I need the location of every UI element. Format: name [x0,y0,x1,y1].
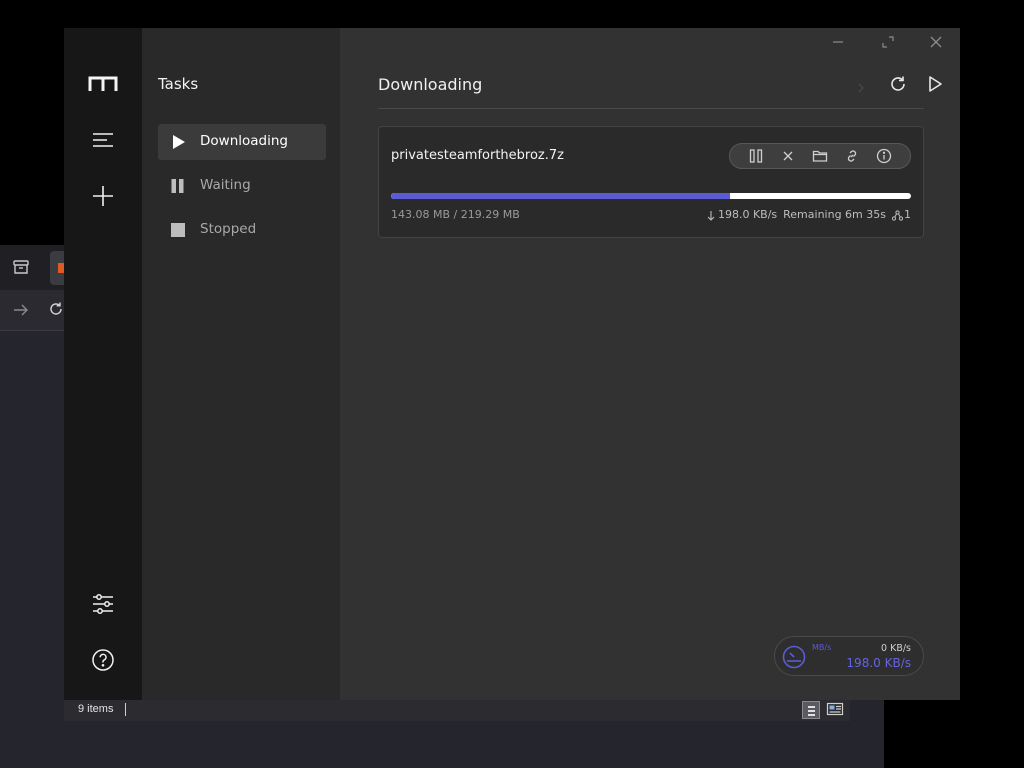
menu-icon[interactable] [88,125,118,155]
task-connections: 1 [904,208,911,221]
page-title: Downloading [378,75,483,94]
tasks-subnav: Tasks Downloading Waiting Stopped [142,28,340,700]
task-card[interactable]: privatesteamforthebroz.7z 143.08 MB / 21… [378,126,924,238]
filter-waiting[interactable]: Waiting [158,168,326,204]
filter-downloading[interactable]: Downloading [158,124,326,160]
progress-bar [391,193,911,199]
upload-speed: 0 KB/s [881,643,911,654]
arrow-right-icon[interactable] [12,302,30,318]
details-view-button[interactable] [802,701,820,719]
speed-unit: MB/s [812,643,832,652]
items-count: 9 items [78,703,114,715]
explorer-tabbar [0,245,64,290]
folder-icon[interactable] [812,148,828,164]
delete-task-icon[interactable] [780,148,796,164]
connections-icon [892,208,903,221]
download-manager-window: Tasks Downloading Waiting Stopped Downlo… [64,28,960,700]
explorer-statusbar: 9 items [64,697,850,721]
refresh-button[interactable] [888,74,908,94]
filter-label: Waiting [200,177,251,193]
status-caret [125,703,126,716]
task-name: privatesteamforthebroz.7z [391,148,564,163]
main-content: Downloading privatesteamforthebroz.7z 14… [340,28,960,700]
task-speed: 198.0 KB/s [717,208,778,221]
resume-all-button[interactable] [925,74,945,94]
pause-icon [170,178,186,194]
task-size: 143.08 MB / 219.29 MB [391,208,520,221]
download-arrow-icon [707,208,715,221]
pause-task-icon[interactable] [748,148,764,164]
task-remaining: Remaining 6m 35s [783,208,886,221]
tiles-view-button[interactable] [826,701,844,717]
chevron-right-icon [856,78,866,93]
explorer-tab[interactable] [50,251,64,285]
minimize-icon[interactable] [830,34,846,50]
speedometer-icon [781,644,807,670]
info-icon[interactable] [876,148,892,164]
refresh-icon[interactable] [48,301,64,317]
progress-fill [391,193,731,199]
help-icon[interactable] [88,645,118,675]
link-icon[interactable] [844,148,860,164]
filter-stopped[interactable]: Stopped [158,212,326,248]
stop-icon [170,222,186,238]
app-logo-icon[interactable] [88,69,118,99]
task-actions [729,143,911,169]
speedometer[interactable]: MB/s 0 KB/s 198.0 KB/s [774,636,924,676]
add-task-icon[interactable] [88,181,118,211]
main-nav [64,28,142,700]
filter-label: Downloading [200,133,288,149]
archive-icon[interactable] [12,259,30,275]
explorer-navbar [0,290,64,330]
task-stats: 198.0 KB/s Remaining 6m 35s 1 [707,208,911,221]
maximize-icon[interactable] [880,34,896,50]
header-divider [378,108,924,109]
download-speed: 198.0 KB/s [846,656,911,670]
subnav-title: Tasks [158,75,199,93]
play-icon [170,134,186,150]
settings-sliders-icon[interactable] [88,589,118,619]
explorer-divider [0,330,64,331]
filter-label: Stopped [200,221,257,237]
close-icon[interactable] [928,34,944,50]
